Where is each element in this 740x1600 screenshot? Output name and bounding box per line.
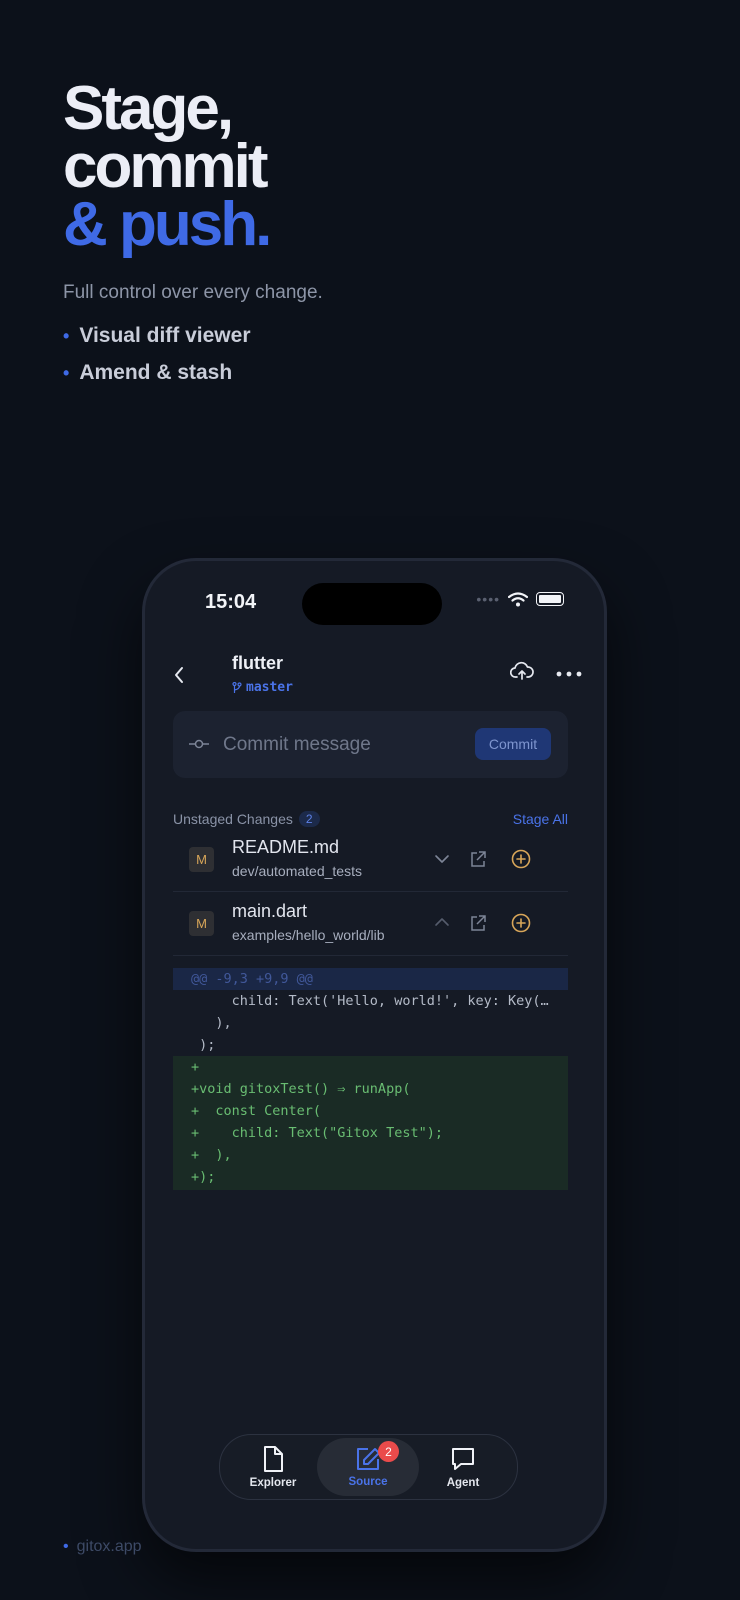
bullet-dot-icon: • (63, 362, 70, 383)
stage-file-icon[interactable] (510, 912, 532, 934)
headline-line-3: & push. (63, 190, 272, 259)
feature-item: • Amend & stash (63, 361, 323, 385)
file-path: dev/automated_tests (232, 863, 362, 879)
diff-added-line: + (173, 1056, 568, 1078)
stage-file-icon[interactable] (510, 848, 532, 870)
branch-name: master (246, 680, 293, 695)
bullet-dot-icon: • (63, 1538, 69, 1555)
diff-context-line: ), (191, 1015, 232, 1031)
push-button[interactable] (509, 661, 534, 686)
section-title: Unstaged Changes (173, 811, 293, 827)
diff-hunk-header: @@ -9,3 +9,9 @@ (173, 968, 568, 990)
tab-explorer[interactable]: Explorer (223, 1435, 323, 1499)
battery-icon (536, 592, 564, 606)
back-button[interactable] (169, 663, 189, 687)
bottom-tab-bar: Explorer Source 2 Agent (219, 1434, 518, 1500)
tab-label: Source (348, 1476, 388, 1488)
file-icon (264, 1446, 283, 1472)
diff-context-line: child: Text('Hello, world!', key: Key(… (191, 993, 549, 1009)
tab-source[interactable]: Source 2 (317, 1438, 419, 1496)
diff-added-line: + child: Text("Gitox Test"); (173, 1122, 568, 1144)
bullet-dot-icon: • (63, 325, 70, 346)
chat-bubble-icon (452, 1448, 474, 1470)
diff-added-line: +void gitoxTest() ⇒ runApp( (173, 1078, 568, 1100)
headline-line-1: Stage, (63, 74, 234, 143)
open-external-icon[interactable] (469, 848, 487, 870)
cloud-upload-icon (509, 661, 534, 680)
repo-name: flutter (232, 653, 283, 673)
stage-all-button[interactable]: Stage All (513, 811, 568, 827)
file-name: README.md (232, 837, 340, 857)
tab-agent[interactable]: Agent (413, 1435, 513, 1499)
status-time: 15:04 (205, 591, 257, 613)
open-external-icon[interactable] (469, 912, 487, 934)
diff-context-line: ); (191, 1037, 216, 1053)
chevron-up-icon[interactable] (433, 912, 451, 934)
phone-mockup: 15:04 •••• flutter master Commit Unst (142, 558, 607, 1552)
feature-label: Visual diff viewer (79, 324, 251, 347)
footer-link[interactable]: gitox.app (77, 1538, 142, 1556)
chevron-left-icon (175, 667, 183, 683)
commit-icon (189, 739, 209, 749)
feature-label: Amend & stash (79, 361, 233, 384)
headline: Stage, commit & push. (63, 74, 323, 259)
chevron-down-icon[interactable] (433, 848, 451, 870)
feature-list: • Visual diff viewer • Amend & stash (63, 324, 323, 385)
dynamic-island (302, 583, 442, 625)
subtitle: Full control over every change. (63, 282, 323, 303)
commit-bar: Commit (173, 711, 568, 778)
commit-message-input[interactable] (221, 729, 455, 761)
file-row[interactable]: M main.dart examples/hello_world/lib (173, 893, 568, 956)
wifi-icon (508, 591, 528, 606)
diff-viewer: @@ -9,3 +9,9 @@ child: Text('Hello, worl… (173, 968, 568, 1190)
more-options-button[interactable] (556, 665, 582, 683)
hero: Stage, commit & push. Full control over … (63, 74, 323, 398)
status-icons: •••• (476, 591, 564, 607)
branch-icon (232, 681, 242, 693)
diff-added-line: + const Center( (173, 1100, 568, 1122)
feature-item: • Visual diff viewer (63, 324, 323, 348)
headline-line-2: commit (63, 132, 268, 201)
tab-label: Explorer (249, 1477, 297, 1489)
changes-count-badge: 2 (298, 811, 320, 827)
file-name: main.dart (232, 901, 308, 921)
file-row[interactable]: M README.md dev/automated_tests (173, 829, 568, 892)
unstaged-header: Unstaged Changes 2 Stage All (173, 809, 568, 829)
modified-badge: M (189, 911, 214, 936)
repo-header: flutter master (145, 649, 604, 705)
modified-badge: M (189, 847, 214, 872)
file-path: examples/hello_world/lib (232, 927, 385, 943)
commit-button[interactable]: Commit (475, 728, 551, 760)
diff-added-line: + ), (173, 1144, 568, 1166)
more-horizontal-icon (556, 671, 582, 677)
notification-badge: 2 (378, 1441, 399, 1462)
footer: • gitox.app (63, 1538, 142, 1556)
tab-label: Agent (446, 1477, 480, 1489)
branch-selector[interactable]: master (232, 680, 293, 695)
diff-added-line: +); (173, 1166, 568, 1190)
signal-icon: •••• (476, 591, 500, 607)
